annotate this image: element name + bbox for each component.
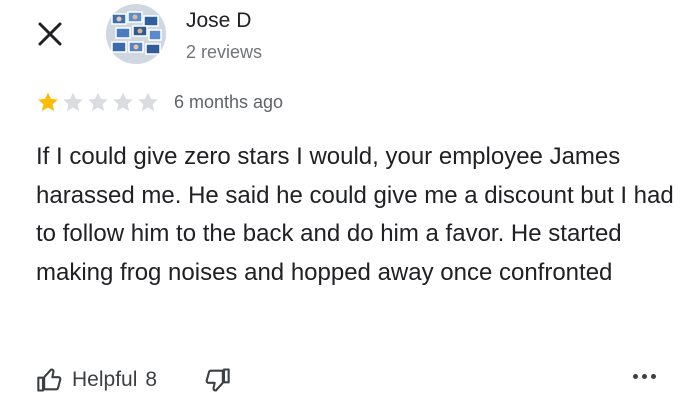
not-helpful-button[interactable] bbox=[203, 366, 231, 394]
close-button[interactable] bbox=[30, 14, 70, 54]
more-options-icon bbox=[642, 374, 647, 379]
star-empty-icon bbox=[138, 92, 158, 111]
star-empty-icon bbox=[63, 92, 83, 111]
review-actions: Helpful 8 bbox=[36, 366, 231, 394]
review-card: Jose D 2 reviews 6 months ago If I could… bbox=[0, 0, 700, 420]
more-options-icon bbox=[633, 374, 638, 379]
reviewer-info: Jose D 2 reviews bbox=[186, 8, 262, 64]
avatar[interactable] bbox=[106, 4, 166, 64]
star-empty-icon bbox=[113, 92, 133, 111]
helpful-button[interactable]: Helpful 8 bbox=[36, 366, 157, 394]
star-rating bbox=[36, 90, 160, 114]
star-empty-icon bbox=[88, 92, 108, 111]
more-options-button[interactable] bbox=[633, 374, 656, 379]
thumbs-down-icon bbox=[205, 368, 230, 392]
more-options-icon bbox=[651, 374, 656, 379]
reviewer-review-count: 2 reviews bbox=[186, 42, 263, 62]
rating-row: 6 months ago bbox=[36, 90, 283, 114]
helpful-count: 8 bbox=[145, 368, 158, 391]
thumbs-up-icon bbox=[37, 368, 62, 392]
close-icon bbox=[38, 22, 62, 46]
reviewer-name[interactable]: Jose D bbox=[186, 8, 262, 34]
helpful-label: Helpful bbox=[72, 368, 138, 391]
star-filled-icon bbox=[38, 92, 58, 111]
review-text: If I could give zero stars I would, your… bbox=[36, 143, 674, 286]
review-timestamp: 6 months ago bbox=[174, 91, 284, 112]
profile-photo-icon bbox=[106, 4, 166, 64]
